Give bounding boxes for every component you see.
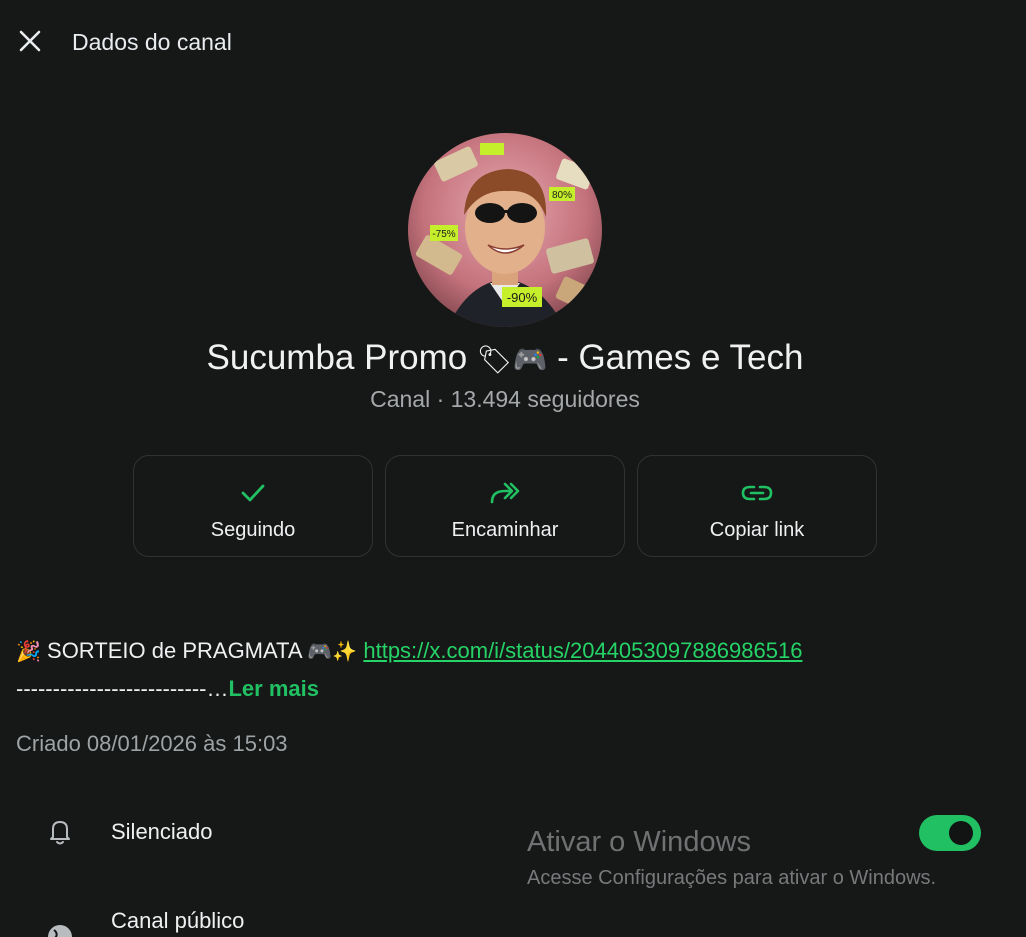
avatar-tag-text: 80% — [552, 190, 572, 201]
description-line: 🎉 SORTEIO de PRAGMATA 🎮✨ https://x.com/i… — [16, 632, 802, 670]
gamepad-sparkles-emoji: 🎮✨ — [307, 639, 358, 663]
channel-description: 🎉 SORTEIO de PRAGMATA 🎮✨ https://x.com/i… — [16, 632, 802, 707]
channel-name-prefix: Sucumba Promo — [206, 338, 477, 377]
windows-activation-title: Ativar o Windows — [527, 826, 752, 858]
party-emoji: 🎉 — [16, 639, 41, 663]
channel-info-panel: Dados do canal 80% -75% -90% Sucumba Pro… — [0, 0, 1026, 937]
copy-link-label: Copiar link — [709, 519, 805, 541]
link-icon — [638, 478, 876, 508]
mute-toggle[interactable] — [919, 815, 981, 851]
panel-title: Dados do canal — [72, 29, 232, 55]
public-channel-label: Canal público — [111, 908, 245, 933]
description-link[interactable]: https://x.com/i/status/20440530978869865… — [363, 638, 802, 663]
channel-name-suffix: - Games e Tech — [547, 338, 804, 377]
read-more-link[interactable]: Ler mais — [228, 676, 319, 701]
forward-label: Encaminhar — [451, 519, 559, 541]
panel-header: Dados do canal — [0, 0, 1026, 84]
forward-button[interactable]: Encaminhar — [385, 455, 625, 557]
following-button[interactable]: Seguindo — [133, 455, 373, 557]
toggle-knob — [949, 821, 973, 845]
description-text: SORTEIO de PRAGMATA — [40, 638, 308, 663]
bell-icon — [44, 815, 76, 847]
windows-activation-subtitle: Acesse Configurações para ativar o Windo… — [527, 867, 937, 889]
description-line: --------------------------…Ler mais — [16, 670, 802, 707]
channel-name: Sucumba Promo 🏷🎮 - Games e Tech — [0, 338, 1010, 378]
created-date: Criado 08/01/2026 às 15:03 — [16, 731, 288, 756]
forward-icon — [386, 478, 624, 508]
check-icon — [134, 478, 372, 508]
channel-followers: Canal · 13.494 seguidores — [370, 386, 640, 412]
globe-icon — [44, 921, 76, 937]
avatar-tag-text: -75% — [432, 229, 455, 240]
copy-link-button[interactable]: Copiar link — [637, 455, 877, 557]
avatar-tag-text: -90% — [507, 290, 538, 305]
channel-avatar[interactable]: 80% -75% -90% — [408, 133, 602, 327]
following-label: Seguindo — [210, 519, 296, 541]
tag-gamepad-emoji: 🏷🎮 — [476, 343, 548, 376]
close-icon[interactable] — [14, 26, 46, 58]
description-dashes: --------------------------… — [16, 676, 229, 701]
muted-label: Silenciado — [111, 819, 213, 844]
